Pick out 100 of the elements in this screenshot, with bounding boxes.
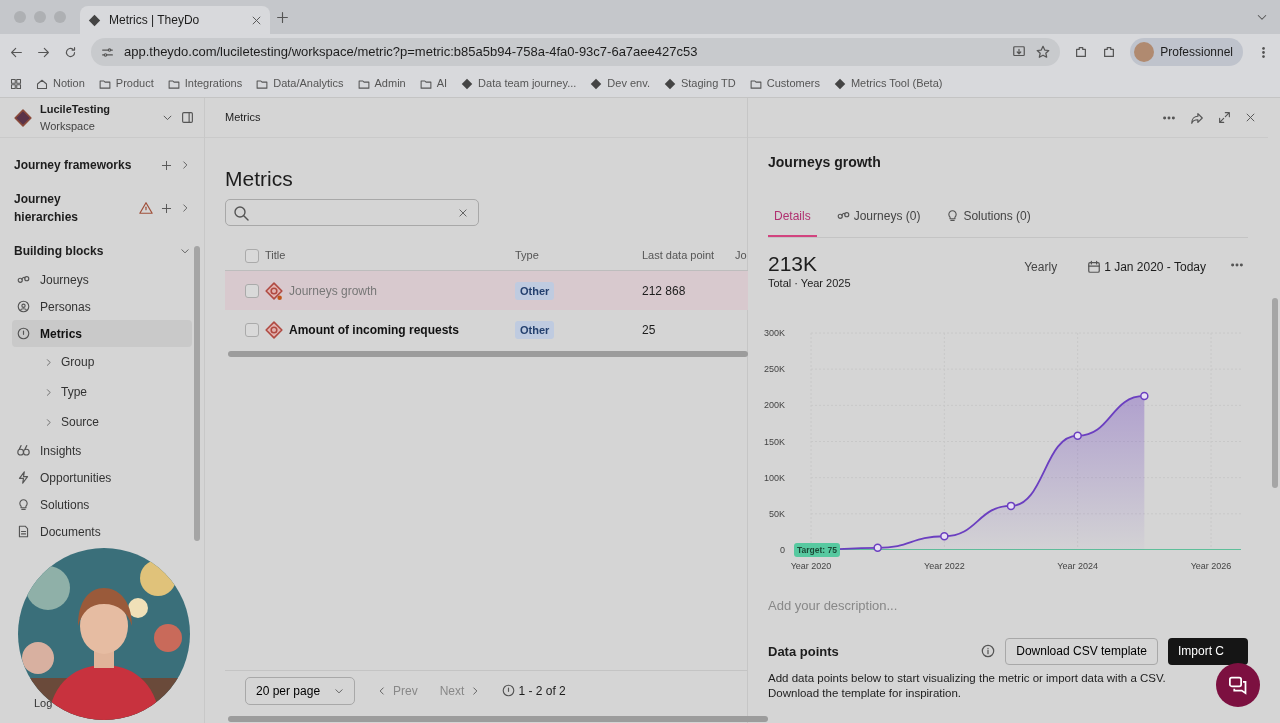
type-tag: Other <box>515 281 555 300</box>
diamond-icon <box>663 77 676 90</box>
folder-icon <box>98 77 111 90</box>
diamond-icon <box>590 77 603 90</box>
chevron-right-icon <box>44 417 53 427</box>
tab[interactable]: Solutions (0) <box>940 206 1037 237</box>
clear-icon[interactable] <box>458 207 468 218</box>
axis-label: 250K <box>763 364 785 375</box>
profile-button[interactable]: Professionnel <box>1130 38 1243 66</box>
bookmark[interactable]: Product <box>98 75 154 92</box>
folder-icon <box>749 77 762 90</box>
data-point[interactable] <box>940 532 949 541</box>
close-icon[interactable] <box>1245 112 1256 123</box>
tab[interactable]: Details <box>768 206 817 237</box>
nav-subitem[interactable]: Source <box>12 407 192 437</box>
nav-item[interactable]: Documents <box>12 518 192 545</box>
page-range: 1 - 2 of 2 <box>518 682 566 700</box>
column-header[interactable]: Last data point <box>642 247 735 264</box>
date-range[interactable]: 1 Jan 2020 - Today <box>1104 257 1206 276</box>
bookmark[interactable]: Notion <box>36 75 85 92</box>
browser-tab[interactable]: Metrics | TheyDo <box>80 6 270 34</box>
axis-label: Year 2020 <box>790 561 832 572</box>
chevron-right-icon[interactable] <box>180 203 190 213</box>
data-point[interactable] <box>1006 502 1016 511</box>
period-select[interactable]: Yearly <box>1024 257 1058 276</box>
nav-item[interactable]: Insights <box>12 437 192 464</box>
bookmark[interactable]: Data/Analytics <box>256 75 344 92</box>
chevron-down-icon[interactable] <box>180 246 190 256</box>
plus-icon[interactable] <box>276 10 289 24</box>
data-point[interactable] <box>1073 431 1082 441</box>
bookmark[interactable]: Metrics Tool (Beta) <box>833 75 943 92</box>
nav-item[interactable]: Opportunities <box>12 464 192 491</box>
extension-icon[interactable] <box>1074 45 1089 59</box>
tab[interactable]: Journeys (0) <box>830 206 927 237</box>
column-header[interactable]: Title <box>265 247 515 264</box>
table-row[interactable]: Amount of incoming requests Other 25 <box>225 310 748 350</box>
share-icon[interactable] <box>1190 110 1204 125</box>
bookmark[interactable]: AI <box>419 75 448 92</box>
nav-item[interactable]: Solutions <box>12 491 192 518</box>
close-icon[interactable] <box>251 14 262 26</box>
info-icon[interactable] <box>981 644 996 659</box>
section-row[interactable]: Journey frameworks <box>12 150 192 180</box>
reload-icon[interactable] <box>64 45 77 59</box>
data-point[interactable] <box>1140 392 1149 401</box>
scrollbar[interactable] <box>228 716 768 722</box>
tune-icon[interactable] <box>101 45 114 59</box>
back-icon[interactable] <box>10 45 23 59</box>
nav-subitem[interactable]: Type <box>12 377 192 407</box>
search-field[interactable] <box>225 199 479 227</box>
nav-item[interactable]: Personas <box>12 293 192 320</box>
diamond-icon <box>833 77 846 90</box>
data-point[interactable] <box>873 543 882 553</box>
scrollbar[interactable] <box>1272 298 1278 488</box>
nav-subitem[interactable]: Group <box>12 347 192 377</box>
folder-icon <box>357 77 370 90</box>
section-row[interactable]: Building blocks <box>12 236 192 266</box>
table-row[interactable]: Journeys growth Other 212 868 <box>225 271 748 311</box>
bookmark[interactable]: Customers <box>749 75 820 92</box>
install-icon[interactable] <box>1012 45 1027 59</box>
bookmark[interactable]: Data team journey... <box>461 75 577 92</box>
section-row[interactable]: Journey hierarchies <box>12 184 192 232</box>
scrollbar[interactable] <box>194 246 200 541</box>
checkbox[interactable] <box>245 322 259 337</box>
chevron-right-icon <box>44 357 53 367</box>
download-button[interactable]: Download CSV template <box>1005 637 1158 665</box>
bookmark[interactable]: Integrations <box>167 75 243 92</box>
folder-icon <box>256 77 269 90</box>
nav-item[interactable]: Metrics <box>12 320 192 347</box>
page-size-select[interactable]: 20 per page <box>245 676 355 705</box>
puzzle-icon[interactable] <box>1102 45 1117 59</box>
apps-icon[interactable] <box>10 77 22 90</box>
plus-icon[interactable] <box>161 202 172 214</box>
nav-item[interactable]: Journeys <box>12 266 192 293</box>
chevron-left-icon <box>377 685 387 696</box>
address-bar[interactable]: app.theydo.com/luciletesting/workspace/metric?p=metric:b85a5b94-758a-4fa0-93c7-6a7aee427c53 <box>91 38 1061 66</box>
sidebar-toggle-icon[interactable] <box>181 111 194 124</box>
bookmark[interactable]: Admin <box>357 75 406 92</box>
import-button[interactable]: Import C <box>1168 637 1248 665</box>
bookmark[interactable]: Dev env. <box>590 75 650 92</box>
target-label: Target: 75 <box>794 543 840 558</box>
workspace-name[interactable]: LucileTesting <box>40 101 154 118</box>
column-header[interactable]: Jo <box>735 247 747 264</box>
forward-icon[interactable] <box>37 45 50 59</box>
star-icon[interactable] <box>1036 45 1051 59</box>
home-icon <box>36 77 48 90</box>
expand-icon[interactable] <box>1218 111 1231 124</box>
folder-icon <box>419 77 432 90</box>
column-header[interactable]: Type <box>515 247 642 264</box>
scrollbar[interactable] <box>228 351 748 358</box>
breadcrumb[interactable]: Metrics <box>225 109 261 126</box>
checkbox[interactable] <box>245 283 259 298</box>
metric-title[interactable]: Amount of incoming requests <box>289 320 459 339</box>
checkbox[interactable] <box>245 248 259 263</box>
bookmark[interactable]: Staging TD <box>663 75 736 92</box>
warning-icon <box>139 201 153 215</box>
chevron-right-icon[interactable] <box>180 160 190 170</box>
chevron-right-icon <box>44 387 53 397</box>
axis-label: 0 <box>780 545 785 556</box>
plus-icon[interactable] <box>161 159 172 171</box>
nav-item[interactable]: Log <box>34 694 53 711</box>
